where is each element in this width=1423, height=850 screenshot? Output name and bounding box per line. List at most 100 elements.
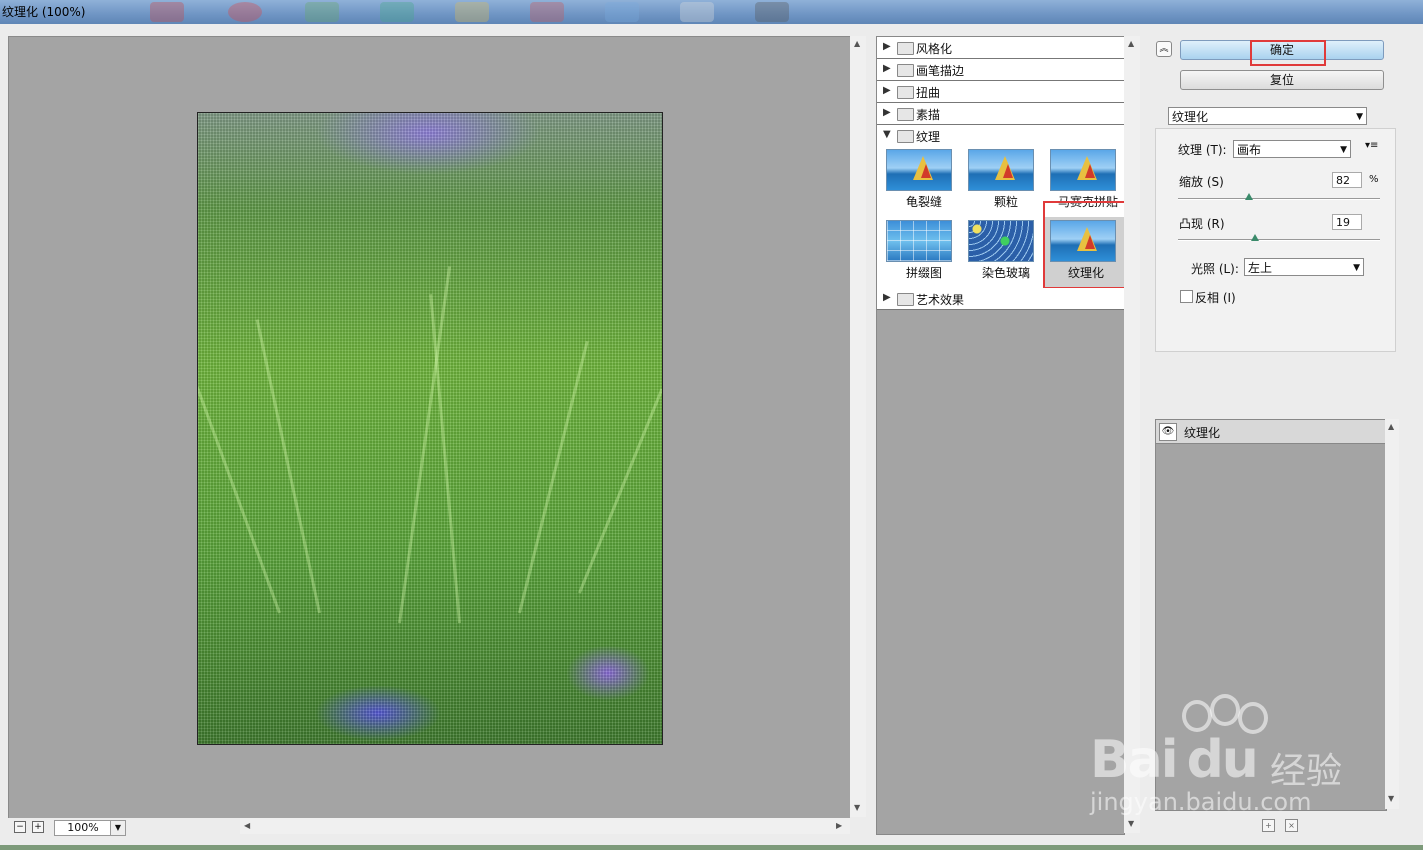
filter-caption: 颗粒 (993, 195, 1018, 209)
category-artistic[interactable]: ▶ 艺术效果 (877, 288, 1124, 310)
filter-gallery: ▶ 风格化 ▶ 画笔描边 ▶ 扭曲 ▶ 素描 ▼ 纹理 龟裂缝 颗粒 马赛克拼贴 (876, 36, 1131, 835)
scaling-input[interactable]: 82 (1332, 172, 1362, 188)
expand-arrow-icon[interactable]: ▶ (883, 41, 891, 52)
effect-layer-row[interactable]: 👁 纹理化 (1156, 420, 1386, 444)
category-label: 艺术效果 (916, 293, 965, 307)
chevron-down-icon[interactable]: ▼ (110, 820, 126, 836)
window-title: 纹理化 (100%) (2, 5, 86, 19)
taskbar-ghost-icon (305, 2, 339, 22)
texture-select[interactable]: 画布 ▼ (1233, 140, 1351, 158)
folder-icon (897, 86, 914, 99)
filter-stained-glass[interactable]: 染色玻璃 (965, 217, 1047, 289)
scroll-up-icon[interactable]: ▲ (854, 40, 860, 48)
watermark-url: jingyan.baidu.com (1090, 788, 1312, 816)
texture-menu-icon[interactable]: ▾≡ (1365, 140, 1378, 151)
filter-select[interactable]: 纹理化 ▼ (1168, 107, 1367, 125)
scroll-up-icon[interactable]: ▲ (1128, 40, 1134, 48)
collapse-gallery-icon[interactable]: ︽ (1156, 41, 1172, 57)
zoom-out-button[interactable]: − (14, 821, 26, 833)
eye-icon[interactable]: 👁 (1159, 423, 1177, 441)
scroll-down-icon[interactable]: ▼ (854, 804, 860, 812)
expand-arrow-icon[interactable]: ▶ (883, 85, 891, 96)
relief-slider-handle[interactable] (1250, 234, 1259, 241)
chevron-down-icon: ▼ (1353, 263, 1360, 273)
category-label: 风格化 (916, 42, 953, 56)
sailboat-thumbnail-icon (968, 149, 1034, 191)
filter-select-value: 纹理化 (1172, 110, 1209, 124)
scroll-left-icon[interactable]: ◀ (244, 822, 250, 830)
watermark-brand-part: Bai (1090, 730, 1179, 790)
filter-caption: 龟裂缝 (905, 195, 942, 209)
filter-craquelure[interactable]: 龟裂缝 (883, 146, 965, 218)
scaling-slider-handle[interactable] (1244, 193, 1253, 200)
chevron-down-icon: ▼ (1356, 112, 1363, 122)
paw-logo-icon (1182, 700, 1212, 732)
category-sketch[interactable]: ▶ 素描 (877, 103, 1124, 125)
taskbar-edge (0, 845, 1423, 850)
grass-streak (429, 294, 461, 624)
expand-arrow-icon[interactable]: ▶ (883, 107, 891, 118)
scroll-right-icon[interactable]: ▶ (836, 822, 842, 830)
invert-label: 反相 (I) (1195, 291, 1236, 305)
sailboat-thumbnail-icon (886, 149, 952, 191)
grass-streak (518, 340, 589, 614)
scroll-up-icon[interactable]: ▲ (1388, 423, 1394, 431)
folder-icon (897, 108, 914, 121)
stained-glass-thumbnail-icon (968, 220, 1034, 262)
grass-streak (578, 388, 662, 594)
selection-highlight (1043, 201, 1131, 289)
relief-slider-track[interactable] (1178, 239, 1380, 241)
zoom-bar: − + 100% ▼ (8, 818, 238, 836)
texture-label: 纹理 (T): (1178, 143, 1227, 157)
folder-open-icon (897, 130, 914, 143)
filter-caption: 染色玻璃 (981, 266, 1030, 280)
sailboat-thumbnail-icon (1050, 149, 1116, 191)
grass-streak (198, 386, 281, 614)
light-select[interactable]: 左上 ▼ (1244, 258, 1364, 276)
folder-icon (897, 42, 914, 55)
tiles-thumbnail-icon (886, 220, 952, 262)
relief-label: 凸现 (R) (1179, 217, 1225, 231)
preview-vertical-scrollbar[interactable]: ▲ ▼ (850, 36, 866, 817)
trash-icon[interactable]: × (1285, 819, 1298, 832)
preview-canvas[interactable] (8, 36, 850, 818)
folder-icon (897, 293, 914, 306)
chevron-down-icon: ▼ (1340, 145, 1347, 155)
scaling-unit: % (1369, 174, 1379, 185)
taskbar-ghost-icon (755, 2, 789, 22)
folder-icon (897, 64, 914, 77)
zoom-in-button[interactable]: + (32, 821, 44, 833)
filter-caption: 拼缀图 (905, 266, 942, 280)
reset-button[interactable]: 复位 (1180, 70, 1384, 90)
collapse-arrow-icon[interactable]: ▼ (883, 129, 891, 140)
watermark-brand-part: du (1186, 730, 1259, 790)
filter-patchwork[interactable]: 拼缀图 (883, 217, 965, 289)
filter-options: 纹理 (T): 画布 ▼ ▾≡ 缩放 (S) 82 % 凸现 (R) 19 光照… (1155, 128, 1396, 352)
filter-grain[interactable]: 颗粒 (965, 146, 1047, 218)
texture-thumbnails: 龟裂缝 颗粒 马赛克拼贴 拼缀图 染色玻璃 纹理化 (877, 144, 1131, 299)
taskbar-ghost-icon (530, 2, 564, 22)
paw-logo-icon (1210, 694, 1240, 726)
ok-highlight (1250, 40, 1326, 66)
category-stylize[interactable]: ▶ 风格化 (877, 37, 1124, 59)
invert-checkbox[interactable] (1180, 290, 1193, 303)
new-effect-layer-icon[interactable]: + (1262, 819, 1275, 832)
zoom-level-field[interactable]: 100% (54, 820, 112, 836)
category-label: 纹理 (916, 130, 941, 144)
preview-image (197, 112, 663, 745)
category-label: 素描 (916, 108, 941, 122)
watermark-brand: Bai du (1090, 730, 1259, 790)
preview-horizontal-scrollbar[interactable]: ◀ ▶ (240, 818, 850, 834)
baidu-watermark: Bai du 经验 jingyan.baidu.com (1090, 694, 1410, 820)
category-label: 画笔描边 (916, 64, 965, 78)
scaling-slider-track[interactable] (1178, 198, 1380, 200)
category-distort[interactable]: ▶ 扭曲 (877, 81, 1124, 103)
texture-select-value: 画布 (1237, 143, 1262, 157)
scroll-down-icon[interactable]: ▼ (1128, 820, 1134, 828)
category-brush-strokes[interactable]: ▶ 画笔描边 (877, 59, 1124, 81)
expand-arrow-icon[interactable]: ▶ (883, 63, 891, 74)
relief-input[interactable]: 19 (1332, 214, 1362, 230)
light-select-value: 左上 (1248, 261, 1273, 275)
expand-arrow-icon[interactable]: ▶ (883, 292, 891, 303)
light-label: 光照 (L): (1191, 262, 1239, 276)
